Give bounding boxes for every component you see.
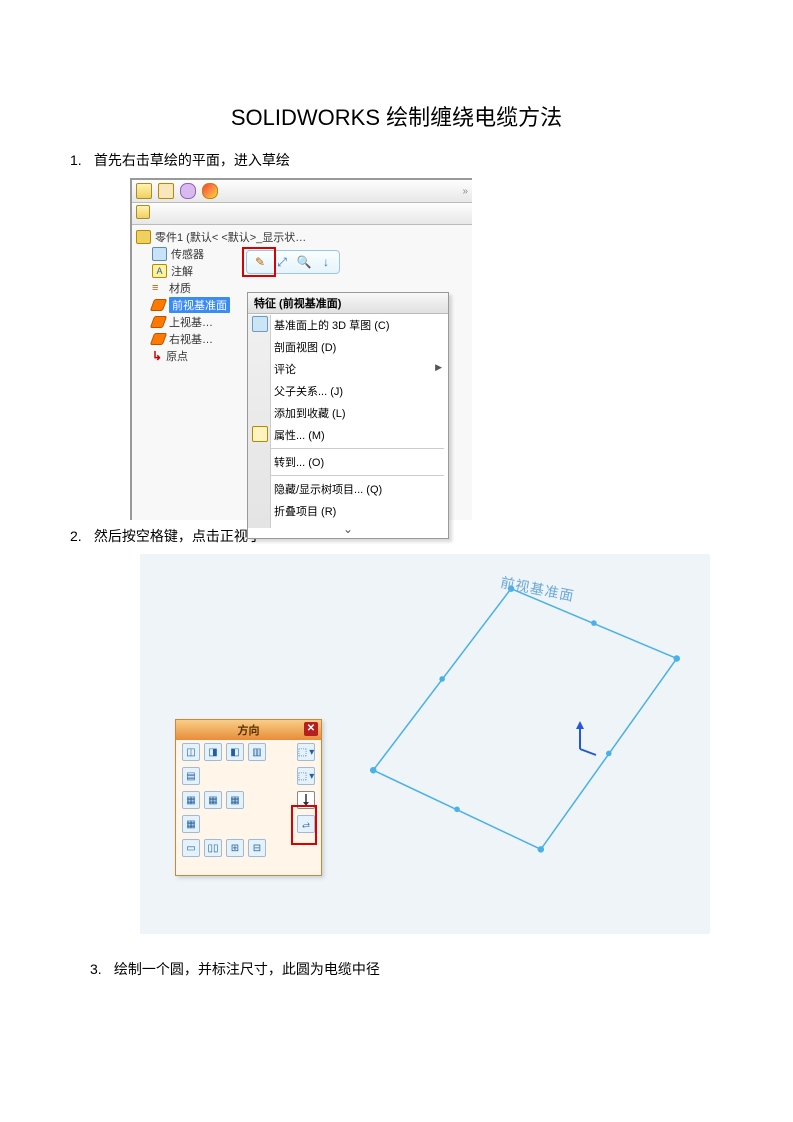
step-1: 1. 首先右击草绘的平面，进入草绘 bbox=[70, 150, 723, 170]
sensors-icon bbox=[152, 247, 167, 261]
cm-goto-label: 转到... (O) bbox=[274, 457, 324, 469]
cm-section-view[interactable]: 剖面视图 (D) bbox=[248, 336, 448, 358]
appearance-tab-icon[interactable] bbox=[202, 183, 218, 199]
view-left-icon[interactable]: ◧ bbox=[226, 743, 244, 761]
part-icon bbox=[136, 230, 151, 244]
cm-hide-show[interactable]: 隐藏/显示树项目... (Q) bbox=[248, 478, 448, 500]
cm-add-favorite[interactable]: 添加到收藏 (L) bbox=[248, 402, 448, 424]
chevron-down-icon: ⌄ bbox=[343, 522, 353, 536]
step-3: 3. 绘制一个圆，并标注尺寸，此圆为电缆中径 bbox=[90, 959, 723, 979]
view-right-icon[interactable]: ▥ bbox=[248, 743, 266, 761]
close-icon[interactable]: ✕ bbox=[304, 722, 318, 736]
annotations-label: 注解 bbox=[171, 263, 193, 279]
separator bbox=[252, 475, 444, 476]
single-view-icon[interactable]: ▭ bbox=[182, 839, 200, 857]
step-num-2: 2. bbox=[70, 528, 90, 544]
sketch-3d-icon bbox=[252, 316, 268, 332]
cm-parent-child[interactable]: 父子关系... (J) bbox=[248, 380, 448, 402]
sketch-icon[interactable]: ✎ bbox=[251, 253, 269, 271]
screenshot-2: 前视基准面 方向 ✕ ◫ ◨ ◧ ▥ ⬚ ▤ ⬚ ▦ ▦ ▦ bbox=[140, 554, 710, 934]
linked-view-icon[interactable]: ⊟ bbox=[248, 839, 266, 857]
tree-part-root[interactable]: 零件1 (默认< <默认>_显示状… bbox=[136, 229, 468, 246]
filter-icon[interactable] bbox=[136, 205, 150, 219]
view-front-icon[interactable]: ◫ bbox=[182, 743, 200, 761]
feature-manager-tab-icon[interactable] bbox=[136, 183, 152, 199]
right-plane-label: 右视基 bbox=[169, 331, 213, 347]
annotations-icon: A bbox=[152, 264, 167, 278]
view-bottom-icon[interactable]: ▦ bbox=[182, 815, 200, 833]
view-iso-icon[interactable]: ▦ bbox=[182, 791, 200, 809]
step-1-text: 首先右击草绘的平面，进入草绘 bbox=[94, 152, 290, 168]
zoom-icon[interactable]: 🔍 bbox=[295, 253, 313, 271]
sketch-plane-3d bbox=[360, 584, 690, 854]
step-3-text: 绘制一个圆，并标注尺寸，此圆为电缆中径 bbox=[114, 961, 380, 977]
page-title: SOLIDWORKS 绘制缠绕电缆方法 bbox=[70, 100, 723, 132]
cm-collapse[interactable]: 折叠项目 (R) bbox=[248, 500, 448, 522]
orientation-title: 方向 ✕ bbox=[176, 720, 321, 740]
view-dimetric-icon[interactable]: ▦ bbox=[204, 791, 222, 809]
orientation-cube-dropdown[interactable]: ⬚ bbox=[297, 743, 315, 761]
origin-triad-icon bbox=[570, 719, 600, 759]
cm-comment-label: 评论 bbox=[274, 364, 296, 376]
properties-icon bbox=[252, 426, 268, 442]
cm-properties-label: 属性... (M) bbox=[274, 430, 325, 442]
plane-icon bbox=[150, 333, 167, 345]
separator bbox=[252, 448, 444, 449]
new-view-dropdown[interactable]: ⬚ bbox=[297, 767, 315, 785]
cm-properties[interactable]: 属性... (M) bbox=[248, 424, 448, 446]
mini-context-toolbar: ✎ ⤢ 🔍 ↓ bbox=[246, 250, 340, 274]
cm-comment[interactable]: 评论 bbox=[248, 358, 448, 380]
config-tab-icon[interactable] bbox=[180, 183, 196, 199]
part-name: 零件1 (默认< <默认>_显示状… bbox=[155, 229, 306, 245]
four-view-icon[interactable]: ⊞ bbox=[226, 839, 244, 857]
cm-3d-sketch[interactable]: 基准面上的 3D 草图 (C) bbox=[248, 314, 448, 336]
cm-add-favorite-label: 添加到收藏 (L) bbox=[274, 408, 346, 420]
cm-hide-show-label: 隐藏/显示树项目... (Q) bbox=[274, 484, 382, 496]
view-top-icon[interactable]: ▤ bbox=[182, 767, 200, 785]
cm-section-view-label: 剖面视图 (D) bbox=[274, 342, 336, 354]
cm-parent-child-label: 父子关系... (J) bbox=[274, 386, 343, 398]
plane-icon bbox=[150, 316, 167, 328]
step-2-text: 然后按空格键，点击正视于 bbox=[94, 528, 262, 544]
link-views-icon[interactable]: ⥄ bbox=[297, 815, 315, 833]
3d-sketch-icon[interactable]: ⤢ bbox=[273, 253, 291, 271]
material-icon: ≡ bbox=[152, 282, 165, 294]
normal-to-icon[interactable]: ↓ bbox=[317, 253, 335, 271]
filter-bar bbox=[132, 203, 472, 225]
plane-icon bbox=[150, 299, 167, 311]
material-label: 材质 bbox=[169, 280, 191, 296]
normal-to-icon[interactable] bbox=[297, 791, 315, 809]
step-num-3: 3. bbox=[90, 961, 110, 977]
sensors-label: 传感器 bbox=[171, 246, 204, 262]
origin-label: 原点 bbox=[166, 348, 188, 364]
cm-goto[interactable]: 转到... (O) bbox=[248, 451, 448, 473]
screenshot-1: » 零件1 (默认< <默认>_显示状… 传感器 A 注解 ≡ 材质 bbox=[130, 178, 472, 520]
front-plane-label: 前视基准面 bbox=[169, 297, 230, 313]
context-menu-title: 特征 (前视基准面) bbox=[248, 293, 448, 314]
two-view-icon[interactable]: ▯▯ bbox=[204, 839, 222, 857]
context-menu-more[interactable]: ⌄ bbox=[248, 522, 448, 538]
context-menu: 特征 (前视基准面) 基准面上的 3D 草图 (C) 剖面视图 (D) 评论 父… bbox=[247, 292, 449, 539]
expand-tabs-icon[interactable]: » bbox=[462, 186, 468, 197]
panel-tabs: » bbox=[132, 180, 472, 203]
plane-label-3d: 前视基准面 bbox=[499, 572, 576, 606]
property-tab-icon[interactable] bbox=[158, 183, 174, 199]
orientation-title-text: 方向 bbox=[238, 725, 260, 737]
origin-icon: ↳ bbox=[152, 349, 162, 363]
cm-3d-sketch-label: 基准面上的 3D 草图 (C) bbox=[274, 320, 390, 332]
top-plane-label: 上视基 bbox=[169, 314, 213, 330]
orientation-dialog: 方向 ✕ ◫ ◨ ◧ ▥ ⬚ ▤ ⬚ ▦ ▦ ▦ bbox=[175, 719, 322, 876]
cm-collapse-label: 折叠项目 (R) bbox=[274, 506, 336, 518]
step-num-1: 1. bbox=[70, 152, 90, 168]
view-back-icon[interactable]: ◨ bbox=[204, 743, 222, 761]
view-trimetric-icon[interactable]: ▦ bbox=[226, 791, 244, 809]
